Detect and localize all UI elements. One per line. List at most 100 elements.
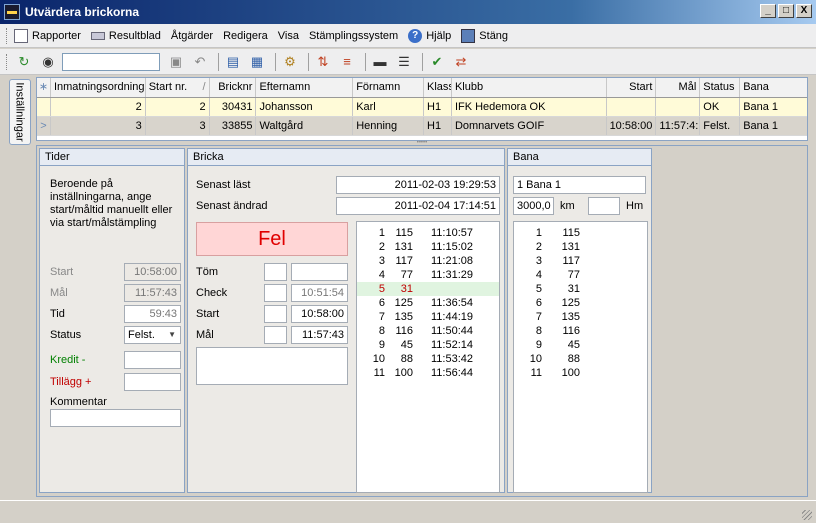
punch-row[interactable]: 9 45 11:52:14 bbox=[357, 338, 499, 352]
start-code-field[interactable] bbox=[264, 305, 287, 323]
punch-row[interactable]: 1 115 11:10:57 bbox=[357, 226, 499, 240]
search-input[interactable] bbox=[62, 52, 160, 71]
menu-stamplingssystem[interactable]: Stämplingssystem bbox=[309, 30, 398, 42]
control-row[interactable]: 9 45 bbox=[514, 338, 647, 352]
punch-row[interactable]: 8 116 11:50:44 bbox=[357, 324, 499, 338]
punch-row[interactable]: 7 135 11:44:19 bbox=[357, 310, 499, 324]
control-row[interactable]: 3 117 bbox=[514, 254, 647, 268]
undo-icon[interactable]: ↶ bbox=[190, 52, 210, 72]
sort-icon[interactable]: ⇅ bbox=[313, 52, 333, 72]
bana-title: Bana bbox=[508, 149, 651, 166]
close-button[interactable]: X bbox=[796, 4, 812, 18]
export-icon[interactable]: ▦ bbox=[247, 52, 267, 72]
punch-time: 11:36:54 bbox=[431, 297, 474, 309]
list-icon[interactable]: ☰ bbox=[394, 52, 414, 72]
settings-icon[interactable]: ⚙ bbox=[280, 52, 300, 72]
menu-hjalp[interactable]: ? Hjälp bbox=[408, 28, 451, 43]
bana-hm-field[interactable] bbox=[588, 197, 620, 215]
minimize-button[interactable]: _ bbox=[760, 4, 776, 18]
bricka-note-field[interactable] bbox=[196, 347, 348, 385]
control-row[interactable]: 11 100 bbox=[514, 366, 647, 380]
control-row[interactable]: 4 77 bbox=[514, 268, 647, 282]
table-row[interactable]: > 3 3 33855 Waltgård Henning H1 Domnarve… bbox=[37, 117, 807, 136]
control-code: 115 bbox=[562, 227, 580, 239]
transfer-icon[interactable]: ⇄ bbox=[451, 52, 471, 72]
status-select[interactable]: Felst. ▼ bbox=[124, 326, 181, 344]
control-row[interactable]: 8 116 bbox=[514, 324, 647, 338]
control-row[interactable]: 7 135 bbox=[514, 310, 647, 324]
maximize-button[interactable]: □ bbox=[778, 4, 794, 18]
control-row[interactable]: 10 88 bbox=[514, 352, 647, 366]
punch-n: 9 bbox=[378, 339, 385, 351]
control-row[interactable]: 1 115 bbox=[514, 226, 647, 240]
header-inmatningsordning[interactable]: Inmatningsordning bbox=[51, 78, 146, 97]
tider-panel: Tider Beroende på inställningarna, ange … bbox=[39, 148, 185, 493]
tillagg-field[interactable] bbox=[124, 373, 181, 391]
menu-visa[interactable]: Visa bbox=[278, 30, 299, 42]
control-list[interactable]: 1 115 2 131 3 117 4 77 5 31 6 125 7 135 8 116 9 45 10 88 11 1… bbox=[513, 221, 648, 493]
header-bana[interactable]: Bana bbox=[740, 78, 807, 97]
punch-row[interactable]: 2 131 11:15:02 bbox=[357, 240, 499, 254]
punch-list[interactable]: 1 115 11:10:57 2 131 11:15:02 3 117 11:21:08 4 77 1… bbox=[356, 221, 500, 493]
control-row[interactable]: 2 131 bbox=[514, 240, 647, 254]
punch-row[interactable]: 6 125 11:36:54 bbox=[357, 296, 499, 310]
punch-row[interactable]: 10 88 11:53:42 bbox=[357, 352, 499, 366]
check-icon[interactable]: ✔ bbox=[427, 52, 447, 72]
punch-row[interactable]: 5 31 bbox=[357, 282, 499, 296]
mal-time-field[interactable]: 11:57:43 bbox=[291, 326, 348, 344]
punch-row[interactable]: 11 100 11:56:44 bbox=[357, 366, 499, 380]
cell-klubb: Domnarvets GOIF bbox=[452, 117, 607, 135]
kommentar-label: Kommentar bbox=[50, 396, 107, 408]
tom-code-field[interactable] bbox=[264, 263, 287, 281]
punch-row[interactable]: 3 117 11:21:08 bbox=[357, 254, 499, 268]
control-n: 5 bbox=[535, 283, 542, 295]
sort-indicator: / bbox=[202, 81, 206, 93]
toolbar-grip[interactable] bbox=[6, 27, 9, 44]
menu-rapporter[interactable]: Rapporter bbox=[14, 28, 81, 43]
punch-code: 115 bbox=[395, 227, 413, 239]
menu-resultblad[interactable]: Resultblad bbox=[90, 30, 161, 42]
punch-n: 3 bbox=[378, 255, 385, 267]
side-tab-installningar[interactable]: Inställningar bbox=[9, 79, 31, 145]
bana-name-field[interactable]: 1 Bana 1 bbox=[513, 176, 646, 194]
header-mal[interactable]: Mål bbox=[656, 78, 701, 97]
control-code: 125 bbox=[561, 297, 580, 309]
tom-time-field[interactable] bbox=[291, 263, 348, 281]
bana-length-field[interactable]: 3000,0 bbox=[513, 197, 554, 215]
start-time-field[interactable]: 10:58:00 bbox=[291, 305, 348, 323]
check-time-field[interactable]: 10:51:54 bbox=[291, 284, 348, 302]
refresh-icon[interactable]: ↻ bbox=[14, 52, 34, 72]
mal-code-field[interactable] bbox=[264, 326, 287, 344]
minus-icon[interactable]: ▬ bbox=[370, 52, 390, 72]
punch-n: 2 bbox=[378, 241, 385, 253]
punch-time: 11:53:42 bbox=[431, 353, 474, 365]
tid-field[interactable]: 59:43 bbox=[124, 305, 181, 323]
header-klubb[interactable]: Klubb bbox=[452, 78, 607, 97]
punch-code: 77 bbox=[400, 269, 413, 281]
save-icon[interactable]: ▣ bbox=[166, 52, 186, 72]
check-code-field[interactable] bbox=[264, 284, 287, 302]
control-row[interactable]: 5 31 bbox=[514, 282, 647, 296]
header-klass[interactable]: Klass bbox=[424, 78, 452, 97]
header-status[interactable]: Status bbox=[700, 78, 741, 97]
header-start[interactable]: Start bbox=[607, 78, 657, 97]
punch-row[interactable]: 4 77 11:31:29 bbox=[357, 268, 499, 282]
punch-time: 11:15:02 bbox=[431, 241, 474, 253]
header-fornamn[interactable]: Förnamn bbox=[353, 78, 424, 97]
menu-stang[interactable]: Stäng bbox=[461, 28, 508, 43]
mal-time-field: 11:57:43 bbox=[124, 284, 181, 302]
menu-redigera[interactable]: Redigera bbox=[223, 30, 268, 42]
table-row[interactable]: 2 2 30431 Johansson Karl H1 IFK Hedemora… bbox=[37, 98, 807, 117]
menu-atgarder[interactable]: Åtgärder bbox=[171, 30, 213, 42]
resize-grip-icon[interactable] bbox=[802, 510, 812, 520]
filter-icon[interactable]: ≡ bbox=[337, 52, 357, 72]
import-icon[interactable]: ▤ bbox=[223, 52, 243, 72]
control-row[interactable]: 6 125 bbox=[514, 296, 647, 310]
header-start-nr[interactable]: Start nr. / bbox=[146, 78, 210, 97]
kredit-field[interactable] bbox=[124, 351, 181, 369]
header-bricknr[interactable]: Bricknr bbox=[210, 78, 257, 97]
toolbar-grip[interactable] bbox=[6, 53, 9, 70]
kommentar-field[interactable] bbox=[50, 409, 181, 427]
binoculars-icon[interactable]: ◉ bbox=[38, 52, 58, 72]
header-efternamn[interactable]: Efternamn bbox=[256, 78, 354, 97]
